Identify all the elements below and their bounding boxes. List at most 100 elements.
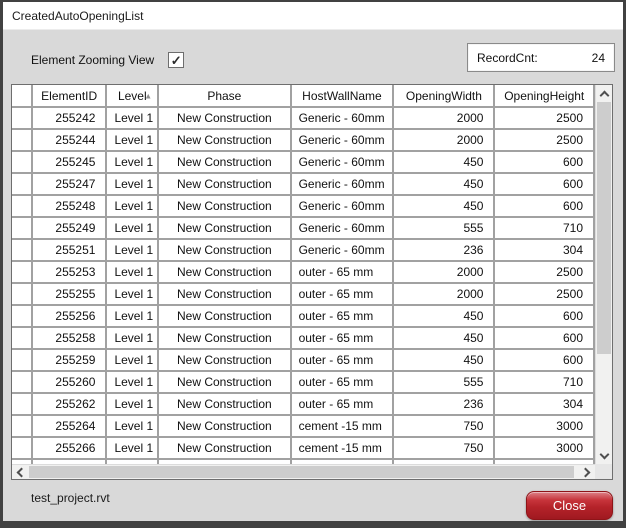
grid-cell-host_wall_name[interactable]: outer - 65 mm — [290, 393, 395, 416]
grid-cell-element_id[interactable]: 255249 — [31, 217, 108, 240]
grid-cell-level[interactable]: Level 1 — [106, 261, 160, 284]
title-bar[interactable]: CreatedAutoOpeningList — [3, 2, 623, 30]
grid-cell-opening_height[interactable]: 304 — [494, 393, 595, 416]
grid-cell-level[interactable]: Level 1 — [106, 437, 160, 460]
grid-cell-opening_width[interactable]: 2000 — [393, 107, 496, 130]
grid-cell-host_wall_name[interactable]: Generic - 60mm — [290, 239, 395, 262]
grid-cell-opening_height[interactable]: 2500 — [494, 107, 595, 130]
row-header-cell[interactable] — [12, 129, 33, 152]
grid-cell-host_wall_name[interactable]: Generic - 60mm — [290, 151, 395, 174]
row-header-cell[interactable] — [12, 239, 33, 262]
grid-cell-host_wall_name[interactable]: Generic - 60mm — [290, 195, 395, 218]
grid-cell-host_wall_name[interactable]: outer - 65 mm — [290, 371, 395, 394]
grid-corner-cell[interactable] — [12, 85, 33, 108]
row-header-cell[interactable] — [12, 371, 33, 394]
vertical-scrollbar[interactable] — [595, 85, 612, 464]
grid-cell-host_wall_name[interactable]: outer - 65 mm — [290, 349, 395, 372]
grid-cell-opening_height[interactable]: 600 — [494, 349, 595, 372]
grid-cell-opening_height[interactable]: 600 — [494, 151, 595, 174]
grid-cell-level[interactable]: Level 1 — [106, 305, 160, 328]
grid-cell-opening_width[interactable]: 450 — [393, 173, 496, 196]
grid-cell-level[interactable]: Level 1 — [106, 151, 160, 174]
grid-cell-phase[interactable]: New Construction — [158, 283, 292, 306]
grid-cell-opening_width[interactable]: 2000 — [393, 129, 496, 152]
grid-cell-element_id[interactable]: 255245 — [31, 151, 108, 174]
grid-cell-element_id[interactable]: 255242 — [31, 107, 108, 130]
grid-cell-level[interactable]: Level 1 — [106, 349, 160, 372]
grid-cell-phase[interactable]: New Construction — [158, 393, 292, 416]
grid-cell-element_id[interactable]: 255244 — [31, 129, 108, 152]
column-header-host_wall_name[interactable]: HostWallName — [290, 85, 395, 108]
grid-cell-host_wall_name[interactable]: Generic - 60mm — [290, 107, 395, 130]
row-header-cell[interactable] — [12, 151, 33, 174]
grid-cell-level[interactable]: Level 1 — [106, 107, 160, 130]
grid-cell-host_wall_name[interactable]: outer - 65 mm — [290, 283, 395, 306]
grid-cell-opening_width[interactable]: 555 — [393, 217, 496, 240]
scroll-up-button[interactable] — [596, 85, 613, 101]
grid-cell-opening_width[interactable]: 2000 — [393, 261, 496, 284]
row-header-cell[interactable] — [12, 349, 33, 372]
grid-cell-phase[interactable]: New Construction — [158, 327, 292, 350]
grid-cell-level[interactable]: Level 1 — [106, 371, 160, 394]
scroll-right-button[interactable] — [579, 465, 595, 480]
grid-cell-opening_height[interactable]: 600 — [494, 305, 595, 328]
row-header-cell[interactable] — [12, 283, 33, 306]
row-header-cell[interactable] — [12, 261, 33, 284]
grid-cell-phase[interactable]: New Construction — [158, 217, 292, 240]
grid-cell-opening_height[interactable]: 600 — [494, 195, 595, 218]
grid-cell-opening_height[interactable]: 600 — [494, 173, 595, 196]
scroll-down-button[interactable] — [596, 448, 613, 464]
grid-cell-phase[interactable]: New Construction — [158, 239, 292, 262]
grid-cell-phase[interactable]: New Construction — [158, 173, 292, 196]
grid-cell-phase[interactable]: New Construction — [158, 261, 292, 284]
grid-cell-opening_width[interactable]: 450 — [393, 327, 496, 350]
grid-cell-opening_width[interactable]: 450 — [393, 305, 496, 328]
grid-cell-element_id[interactable]: 255264 — [31, 415, 108, 438]
grid-cell-element_id[interactable]: 255247 — [31, 173, 108, 196]
grid-cell-phase[interactable]: New Construction — [158, 305, 292, 328]
grid-cell-level[interactable]: Level 1 — [106, 239, 160, 262]
grid-cell-opening_width[interactable]: 450 — [393, 151, 496, 174]
grid-cell-host_wall_name[interactable]: cement -15 mm — [290, 437, 395, 460]
column-header-element_id[interactable]: ElementID — [31, 85, 108, 108]
grid-cell-opening_height[interactable]: 2500 — [494, 283, 595, 306]
element-zooming-checkbox[interactable]: ✓ — [168, 52, 185, 68]
grid-cell-opening_width[interactable]: 450 — [393, 349, 496, 372]
grid-cell-level[interactable]: Level 1 — [106, 283, 160, 306]
grid-cell-phase[interactable]: New Construction — [158, 349, 292, 372]
grid-cell-host_wall_name[interactable]: Generic - 60mm — [290, 173, 395, 196]
close-button[interactable]: Close — [526, 491, 613, 520]
grid-cell-host_wall_name[interactable]: cement -15 mm — [290, 415, 395, 438]
grid-cell-opening_height[interactable]: 710 — [494, 217, 595, 240]
row-header-cell[interactable] — [12, 393, 33, 416]
row-header-cell[interactable] — [12, 305, 33, 328]
grid-cell-opening_height[interactable]: 2500 — [494, 129, 595, 152]
grid-cell-opening_width[interactable]: 236 — [393, 239, 496, 262]
grid-cell-opening_height[interactable]: 2500 — [494, 261, 595, 284]
row-header-cell[interactable] — [12, 195, 33, 218]
grid-cell-opening_height[interactable]: 600 — [494, 327, 595, 350]
grid-cell-opening_width[interactable]: 236 — [393, 393, 496, 416]
grid-cell-phase[interactable]: New Construction — [158, 107, 292, 130]
grid-cell-level[interactable]: Level 1 — [106, 327, 160, 350]
grid-cell-element_id[interactable]: 255248 — [31, 195, 108, 218]
row-header-cell[interactable] — [12, 107, 33, 130]
grid-cell-host_wall_name[interactable]: Generic - 60mm — [290, 217, 395, 240]
grid-cell-element_id[interactable]: 255262 — [31, 393, 108, 416]
grid-cell-opening_width[interactable]: 750 — [393, 437, 496, 460]
grid-cell-element_id[interactable]: 255253 — [31, 261, 108, 284]
grid-cell-opening_width[interactable]: 750 — [393, 415, 496, 438]
column-header-phase[interactable]: Phase — [158, 85, 292, 108]
grid-cell-opening_width[interactable]: 2000 — [393, 283, 496, 306]
vertical-scrollbar-thumb[interactable] — [597, 102, 611, 354]
grid-cell-element_id[interactable]: 255260 — [31, 371, 108, 394]
grid-cell-level[interactable]: Level 1 — [106, 393, 160, 416]
grid-cell-phase[interactable]: New Construction — [158, 151, 292, 174]
grid-cell-element_id[interactable]: 255258 — [31, 327, 108, 350]
column-header-opening_height[interactable]: OpeningHeight — [494, 85, 595, 108]
grid-cell-phase[interactable]: New Construction — [158, 371, 292, 394]
grid-cell-phase[interactable]: New Construction — [158, 195, 292, 218]
horizontal-scrollbar[interactable] — [12, 464, 595, 479]
grid-cell-host_wall_name[interactable]: Generic - 60mm — [290, 129, 395, 152]
column-header-level[interactable]: Level ▲ — [106, 85, 160, 108]
